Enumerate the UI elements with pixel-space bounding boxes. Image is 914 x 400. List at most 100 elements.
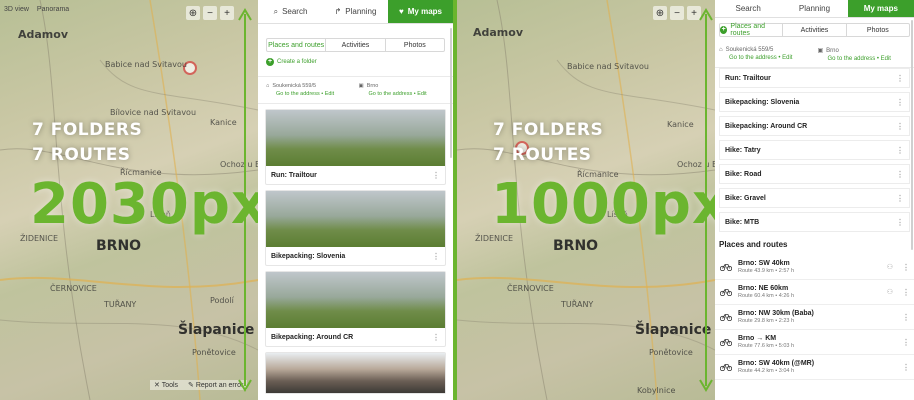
- folder-cover-image: [266, 272, 445, 328]
- more-icon[interactable]: ⋮: [902, 263, 910, 272]
- folder-cover-image: [266, 110, 445, 166]
- bike-icon: [719, 263, 733, 271]
- folder-card[interactable]: Bikepacking: Around CR ⋮: [265, 271, 446, 347]
- map-label: BRNO: [96, 238, 142, 254]
- home-address: ⌂ Soukenická 559/5 Go to the address • Ed…: [266, 83, 353, 97]
- 3d-view-button[interactable]: 3D view: [4, 6, 29, 13]
- map-label: ČERNOVICE: [507, 284, 554, 293]
- panel-scrollbar[interactable]: [911, 20, 913, 250]
- home-icon: ⌂: [719, 47, 723, 53]
- more-icon[interactable]: ⋮: [432, 252, 440, 261]
- side-panel: ⌕ Search ↱ Planning ♥ My maps Places and ro…: [258, 0, 453, 400]
- zoom-out-button[interactable]: −: [670, 6, 684, 20]
- map-label: Babice nad Svitavou: [105, 60, 187, 69]
- address-actions[interactable]: Go to the address • Edit: [818, 56, 911, 62]
- more-icon[interactable]: ⋮: [902, 313, 910, 322]
- map-label: Kanice: [210, 118, 237, 127]
- tab-search[interactable]: ⌕ Search: [258, 0, 323, 23]
- map-label: ČERNOVICE: [50, 284, 97, 293]
- route-row[interactable]: Brno: SW 40km (@MR) Route 44.2 km • 3:04 …: [715, 355, 914, 380]
- filter-photos[interactable]: Photos: [384, 39, 444, 51]
- comparison-left: 3D view Panorama ⊕ − + Adamov Babice nad…: [0, 0, 457, 400]
- heart-icon: ♥: [399, 7, 404, 16]
- filter-places-routes[interactable]: + Places and routes: [720, 23, 782, 37]
- folder-row[interactable]: Bike: Road ⋮: [719, 164, 910, 184]
- address-actions[interactable]: Go to the address • Edit: [266, 91, 353, 97]
- map-label: Adamov: [18, 28, 68, 41]
- bike-icon: [719, 363, 733, 371]
- tools-button[interactable]: ✕ Tools: [154, 381, 178, 389]
- locate-icon[interactable]: ⊕: [186, 6, 200, 20]
- more-icon[interactable]: ⋮: [432, 171, 440, 180]
- route-row[interactable]: Brno: NW 30km (Baba) Route 29.8 km • 2:23…: [715, 305, 914, 330]
- filter-activities[interactable]: Activities: [325, 39, 384, 51]
- folder-row[interactable]: Bike: MTB ⋮: [719, 212, 910, 232]
- panel-height-label: 2030px: [30, 172, 258, 237]
- map-footer: ✕ Tools ✎ Report an error: [150, 380, 248, 390]
- panel-height-label: 1000px: [491, 172, 715, 237]
- folder-row[interactable]: Bikepacking: Around CR ⋮: [719, 116, 910, 136]
- map-label: Bílovice nad Svitavou: [110, 108, 197, 117]
- locate-icon[interactable]: ⊕: [653, 6, 667, 20]
- route-row[interactable]: Brno: SW 40km Route 43.9 km • 2:57 h ⚇ ⋮: [715, 255, 914, 280]
- panel-scrollbar[interactable]: [450, 28, 452, 158]
- folder-row[interactable]: Bikepacking: Slovenia ⋮: [719, 92, 910, 112]
- address-actions[interactable]: Go to the address • Edit: [359, 91, 446, 97]
- more-icon[interactable]: ⋮: [896, 98, 904, 107]
- panorama-button[interactable]: Panorama: [37, 6, 69, 13]
- filter-places-routes[interactable]: Places and routes: [267, 39, 325, 51]
- routes-count-text: 7 ROUTES: [32, 145, 131, 165]
- more-icon[interactable]: ⋮: [902, 338, 910, 347]
- comparison-right: ⊕ − + Adamov Babice nad Svitavou Kanice …: [457, 0, 914, 400]
- map-label: Adamov: [473, 26, 523, 39]
- folder-card[interactable]: [265, 352, 446, 394]
- bike-icon: [719, 288, 733, 296]
- content-filter: + Places and routes Activities Photos: [719, 23, 910, 37]
- side-panel: Search Planning My maps + Places and rout…: [715, 0, 914, 400]
- folders-count-text: 7 FOLDERS: [493, 120, 604, 140]
- zoom-out-button[interactable]: −: [203, 6, 217, 20]
- map-label: Ponětovice: [192, 348, 236, 357]
- filter-activities[interactable]: Activities: [782, 24, 845, 36]
- more-icon[interactable]: ⋮: [902, 288, 910, 297]
- tab-my-maps[interactable]: My maps: [847, 0, 914, 17]
- map-label: Babice nad Svitavou: [567, 62, 649, 71]
- more-icon[interactable]: ⋮: [896, 218, 904, 227]
- map-area[interactable]: 3D view Panorama ⊕ − + Adamov Babice nad…: [0, 0, 258, 400]
- create-folder-button[interactable]: + Create a folder: [266, 58, 445, 66]
- more-icon[interactable]: ⋮: [896, 170, 904, 179]
- route-icon: ↱: [334, 7, 342, 16]
- map-label: Kanice: [667, 120, 694, 129]
- tab-planning[interactable]: Planning: [781, 0, 847, 17]
- panel-tabs: ⌕ Search ↱ Planning ♥ My maps: [258, 0, 453, 24]
- home-address: ⌂ Soukenická 559/5 Go to the address • Ed…: [719, 47, 812, 62]
- map-area[interactable]: ⊕ − + Adamov Babice nad Svitavou Kanice …: [457, 0, 715, 400]
- report-error-button[interactable]: ✎ Report an error: [188, 381, 243, 389]
- zoom-in-button[interactable]: +: [220, 6, 234, 20]
- work-address: ▣ Brno Go to the address • Edit: [817, 47, 911, 63]
- more-icon[interactable]: ⋮: [896, 146, 904, 155]
- more-icon[interactable]: ⋮: [896, 194, 904, 203]
- briefcase-icon: ▣: [817, 48, 824, 54]
- route-row[interactable]: Brno → KM Route 77.6 km • 5:03 h ⋮: [715, 330, 914, 355]
- bike-icon: [719, 313, 733, 321]
- more-icon[interactable]: ⋮: [902, 363, 910, 372]
- more-icon[interactable]: ⋮: [896, 122, 904, 131]
- more-icon[interactable]: ⋮: [896, 74, 904, 83]
- plus-icon: +: [266, 58, 274, 66]
- address-actions[interactable]: Go to the address • Edit: [719, 55, 812, 61]
- folder-row[interactable]: Hike: Tatry ⋮: [719, 140, 910, 160]
- folder-row[interactable]: Run: Trailtour ⋮: [719, 68, 910, 88]
- more-icon[interactable]: ⋮: [432, 333, 440, 342]
- tab-search[interactable]: Search: [715, 0, 781, 17]
- tab-my-maps[interactable]: ♥ My maps: [388, 0, 453, 23]
- map-label: Podolí: [210, 296, 234, 305]
- saved-addresses: ⌂ Soukenická 559/5 Go to the address • Ed…: [715, 42, 914, 68]
- filter-photos[interactable]: Photos: [845, 24, 909, 36]
- folder-row[interactable]: Bike: Gravel ⋮: [719, 188, 910, 208]
- folder-card[interactable]: Run: Trailtour ⋮: [265, 109, 446, 185]
- tab-planning[interactable]: ↱ Planning: [323, 0, 388, 23]
- section-title: Places and routes: [719, 240, 788, 249]
- route-row[interactable]: Brno: NE 60km Route 60.4 km • 4:26 h ⚇ ⋮: [715, 280, 914, 305]
- folder-card[interactable]: Bikepacking: Slovenia ⋮: [265, 190, 446, 266]
